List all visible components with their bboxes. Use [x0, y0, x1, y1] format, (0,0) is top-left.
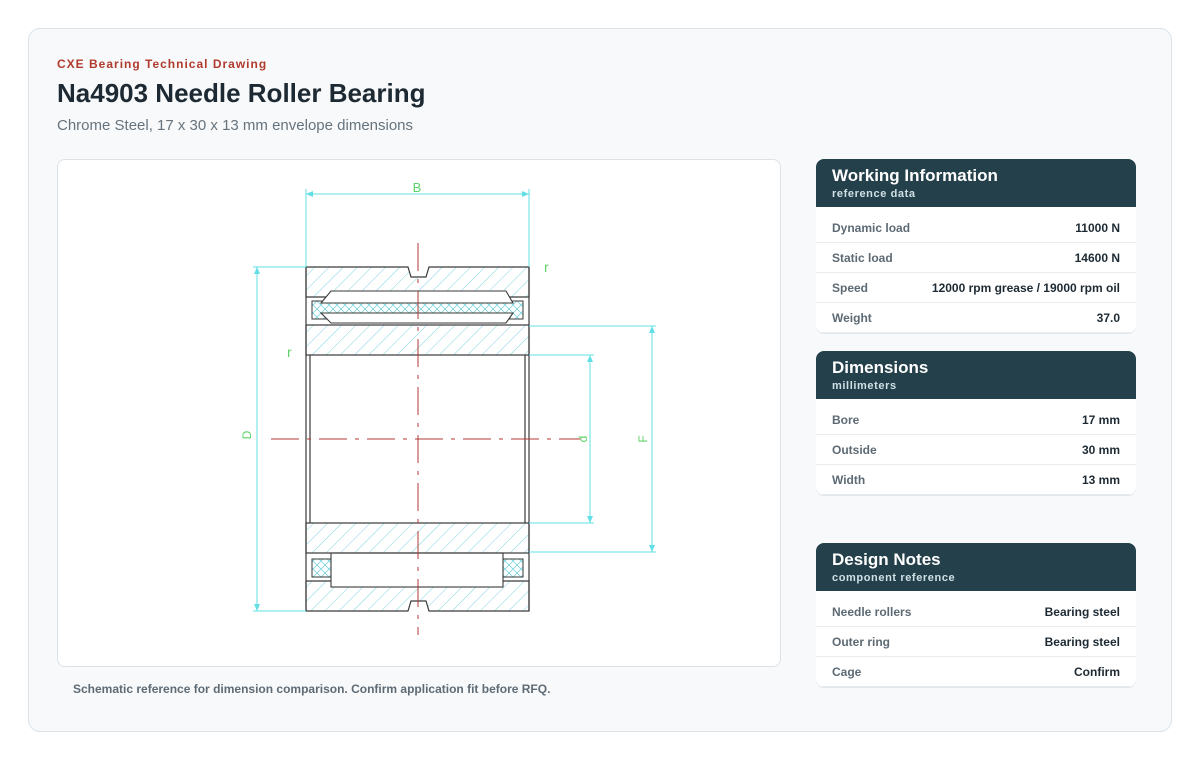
dimension-label-d-outer: D — [240, 430, 254, 439]
spec-value: 12000 rpm grease / 19000 rpm oil — [931, 280, 1120, 295]
card-title: Design Notes — [832, 550, 941, 569]
design-notes-card: Design Notes component reference Needle … — [816, 543, 1136, 687]
spec-label: Static load — [832, 250, 893, 265]
spec-label: Width — [832, 472, 866, 487]
spec-label: Needle rollers — [832, 604, 912, 619]
card-subtitle: component reference — [832, 572, 956, 584]
spec-row-cage: Cage Confirm — [816, 657, 1136, 687]
spec-label: Cage — [832, 664, 862, 679]
spec-row-weight: Weight 37.0 — [816, 303, 1136, 333]
radius-label-side: r — [287, 344, 292, 360]
spec-row-dynamic-load: Dynamic load 11000 N — [816, 213, 1136, 243]
spec-value: Bearing steel — [1044, 634, 1120, 649]
spec-value: 13 mm — [1081, 472, 1120, 487]
dimension-label-f: F — [636, 435, 650, 442]
card-subtitle: millimeters — [832, 380, 897, 392]
card-header: Dimensions millimeters — [816, 351, 1136, 399]
card-header: Working Information reference data — [816, 159, 1136, 207]
spec-label: Outer ring — [832, 634, 891, 649]
spec-row-outside: Outside 30 mm — [816, 435, 1136, 465]
eyebrow-label: CXE Bearing Technical Drawing — [57, 57, 268, 71]
spec-value: 37.0 — [1096, 310, 1120, 325]
dimension-label-d-bore: d — [576, 436, 590, 443]
card-title: Working Information — [832, 166, 998, 185]
needle-roller-bottom — [330, 552, 504, 588]
spec-value: 30 mm — [1081, 442, 1120, 457]
spec-value: Confirm — [1074, 664, 1120, 679]
card-title: Dimensions — [832, 358, 929, 377]
spec-value: 17 mm — [1081, 412, 1120, 427]
radius-label-top: r — [544, 259, 549, 275]
spec-value: 11000 N — [1075, 220, 1120, 235]
spec-row-speed: Speed 12000 rpm grease / 19000 rpm oil — [816, 273, 1136, 303]
drawing-sheet: CXE Bearing Technical Drawing Na4903 Nee… — [28, 28, 1172, 732]
drawing-caption: Schematic reference for dimension compar… — [73, 682, 551, 696]
technical-drawing-panel: B D d F r r — [57, 159, 781, 667]
spec-row-width: Width 13 mm — [816, 465, 1136, 495]
spec-label: Bore — [832, 412, 860, 427]
page-subtitle: Chrome Steel, 17 x 30 x 13 mm envelope d… — [57, 117, 414, 134]
spec-value: 14600 N — [1074, 250, 1120, 265]
spec-row-needle-rollers: Needle rollers Bearing steel — [816, 597, 1136, 627]
spec-value: Bearing steel — [1044, 604, 1120, 619]
card-subtitle: reference data — [832, 188, 916, 200]
spec-label: Outside — [832, 442, 877, 457]
card-header: Design Notes component reference — [816, 543, 1136, 591]
spec-row-bore: Bore 17 mm — [816, 405, 1136, 435]
spec-label: Speed — [832, 280, 869, 295]
page-title: Na4903 Needle Roller Bearing — [57, 78, 426, 108]
spec-label: Weight — [832, 310, 872, 325]
spec-row-static-load: Static load 14600 N — [816, 243, 1136, 273]
bearing-section-drawing: B D d F r r — [240, 180, 656, 635]
spec-label: Dynamic load — [832, 220, 911, 235]
spec-row-outer-ring: Outer ring Bearing steel — [816, 627, 1136, 657]
working-information-card: Working Information reference data Dynam… — [816, 159, 1136, 333]
dimension-label-b: B — [413, 180, 422, 195]
dimensions-card: Dimensions millimeters Bore 17 mm Outsid… — [816, 351, 1136, 495]
